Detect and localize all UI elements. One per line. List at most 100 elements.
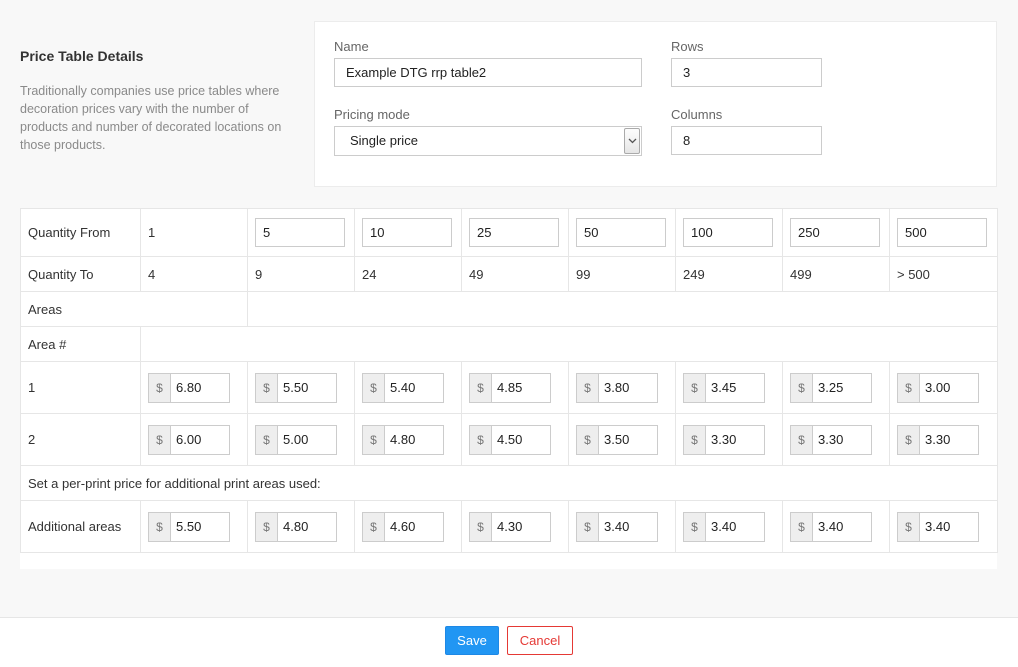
price-input-group[interactable]: $5.00 — [255, 424, 337, 455]
price-input-group[interactable]: $4.60 — [362, 511, 444, 542]
price-input[interactable]: 3.00 — [919, 372, 979, 403]
price-input-group[interactable]: $5.50 — [148, 511, 230, 542]
quantity-to-value: 499 — [782, 256, 890, 292]
quantity-to-value: 4 — [140, 256, 248, 292]
rows-input[interactable]: 3 — [671, 58, 822, 87]
price-input[interactable]: 5.00 — [277, 424, 337, 455]
price-input-group[interactable]: $3.80 — [576, 372, 658, 403]
price-input[interactable]: 5.50 — [170, 511, 230, 542]
price-input[interactable]: 4.30 — [491, 511, 551, 542]
price-input[interactable]: 5.50 — [277, 372, 337, 403]
price-input[interactable]: 3.40 — [812, 511, 872, 542]
price-input-group[interactable]: $3.45 — [683, 372, 765, 403]
quantity-to-label: Quantity To — [20, 256, 141, 292]
price-input-group[interactable]: $3.30 — [683, 424, 765, 455]
chevron-down-icon[interactable] — [624, 128, 640, 154]
quantity-from-input[interactable]: 50 — [576, 218, 666, 247]
price-input-group[interactable]: $3.00 — [897, 372, 979, 403]
currency-addon: $ — [790, 511, 812, 542]
price-input-group[interactable]: $3.40 — [790, 511, 872, 542]
description-block: Price Table Details Traditionally compan… — [20, 46, 295, 154]
currency-addon: $ — [683, 372, 705, 403]
price-input-group[interactable]: $3.40 — [897, 511, 979, 542]
rows-label: Rows — [671, 39, 704, 54]
currency-addon: $ — [148, 372, 170, 403]
price-input-group[interactable]: $3.30 — [790, 424, 872, 455]
price-input[interactable]: 4.80 — [384, 424, 444, 455]
price-input-group[interactable]: $4.85 — [469, 372, 551, 403]
currency-addon: $ — [897, 424, 919, 455]
currency-addon: $ — [255, 424, 277, 455]
footer-bar: Save Cancel — [0, 617, 1018, 667]
area-row-label: 1 — [20, 361, 141, 414]
price-input[interactable]: 3.40 — [919, 511, 979, 542]
quantity-from-input[interactable]: 25 — [469, 218, 559, 247]
quantity-from-input[interactable]: 500 — [897, 218, 987, 247]
price-input[interactable]: 3.40 — [598, 511, 658, 542]
price-input-group[interactable]: $3.25 — [790, 372, 872, 403]
price-input[interactable]: 4.85 — [491, 372, 551, 403]
price-input[interactable]: 3.80 — [598, 372, 658, 403]
quantity-from-input[interactable]: 100 — [683, 218, 773, 247]
price-input[interactable]: 6.80 — [170, 372, 230, 403]
price-input-group[interactable]: $5.50 — [255, 372, 337, 403]
currency-addon: $ — [576, 511, 598, 542]
price-input-group[interactable]: $4.80 — [255, 511, 337, 542]
additional-note-row: Set a per-print price for additional pri… — [20, 465, 998, 501]
price-input-group[interactable]: $3.40 — [683, 511, 765, 542]
area-price-row: 2 $6.00 $5.00 $4.80 $4.50 $3.50 $3.30 $3… — [20, 413, 998, 466]
columns-label: Columns — [671, 107, 723, 122]
price-input-group[interactable]: $5.40 — [362, 372, 444, 403]
quantity-from-row: Quantity From 1 5 10 25 50 100 250 500 — [20, 208, 998, 257]
quantity-to-row: Quantity To 4 9 24 49 99 249 499 > 500 — [20, 256, 998, 292]
currency-addon: $ — [469, 372, 491, 403]
price-input-group[interactable]: $3.30 — [897, 424, 979, 455]
area-price-row: 1 $6.80 $5.50 $5.40 $4.85 $3.80 $3.45 $3… — [20, 361, 998, 414]
price-input[interactable]: 6.00 — [170, 424, 230, 455]
quantity-to-value: 49 — [461, 256, 569, 292]
currency-addon: $ — [576, 372, 598, 403]
currency-addon: $ — [469, 511, 491, 542]
price-input[interactable]: 3.30 — [705, 424, 765, 455]
currency-addon: $ — [148, 424, 170, 455]
price-input-group[interactable]: $4.80 — [362, 424, 444, 455]
price-input[interactable]: 5.40 — [384, 372, 444, 403]
currency-addon: $ — [897, 511, 919, 542]
additional-areas-label: Additional areas — [20, 500, 141, 553]
areas-row: Areas — [20, 291, 998, 327]
columns-input[interactable]: 8 — [671, 126, 822, 155]
currency-addon: $ — [362, 424, 384, 455]
currency-addon: $ — [790, 372, 812, 403]
price-input[interactable]: 4.50 — [491, 424, 551, 455]
name-input[interactable]: Example DTG rrp table2 — [334, 58, 642, 87]
price-input[interactable]: 3.45 — [705, 372, 765, 403]
price-input[interactable]: 3.30 — [812, 424, 872, 455]
cancel-button[interactable]: Cancel — [507, 626, 573, 655]
save-button[interactable]: Save — [445, 626, 499, 655]
price-input-group[interactable]: $4.30 — [469, 511, 551, 542]
quantity-to-value: > 500 — [889, 256, 998, 292]
quantity-to-value: 24 — [354, 256, 462, 292]
quantity-from-input[interactable]: 10 — [362, 218, 452, 247]
quantity-from-input[interactable]: 5 — [255, 218, 345, 247]
price-input[interactable]: 3.40 — [705, 511, 765, 542]
price-input[interactable]: 3.30 — [919, 424, 979, 455]
price-input[interactable]: 3.50 — [598, 424, 658, 455]
additional-note: Set a per-print price for additional pri… — [20, 465, 998, 501]
quantity-from-input[interactable]: 250 — [790, 218, 880, 247]
currency-addon: $ — [683, 424, 705, 455]
price-input-group[interactable]: $3.50 — [576, 424, 658, 455]
price-input-group[interactable]: $6.80 — [148, 372, 230, 403]
currency-addon: $ — [255, 511, 277, 542]
currency-addon: $ — [255, 372, 277, 403]
price-input[interactable]: 4.80 — [277, 511, 337, 542]
price-input[interactable]: 3.25 — [812, 372, 872, 403]
quantity-from-value: 1 — [140, 208, 248, 257]
pricing-mode-select[interactable]: Single price — [334, 126, 642, 156]
quantity-from-label: Quantity From — [20, 208, 141, 257]
price-input-group[interactable]: $4.50 — [469, 424, 551, 455]
price-input-group[interactable]: $6.00 — [148, 424, 230, 455]
price-input[interactable]: 4.60 — [384, 511, 444, 542]
price-input-group[interactable]: $3.40 — [576, 511, 658, 542]
area-number-label: Area # — [20, 326, 141, 362]
